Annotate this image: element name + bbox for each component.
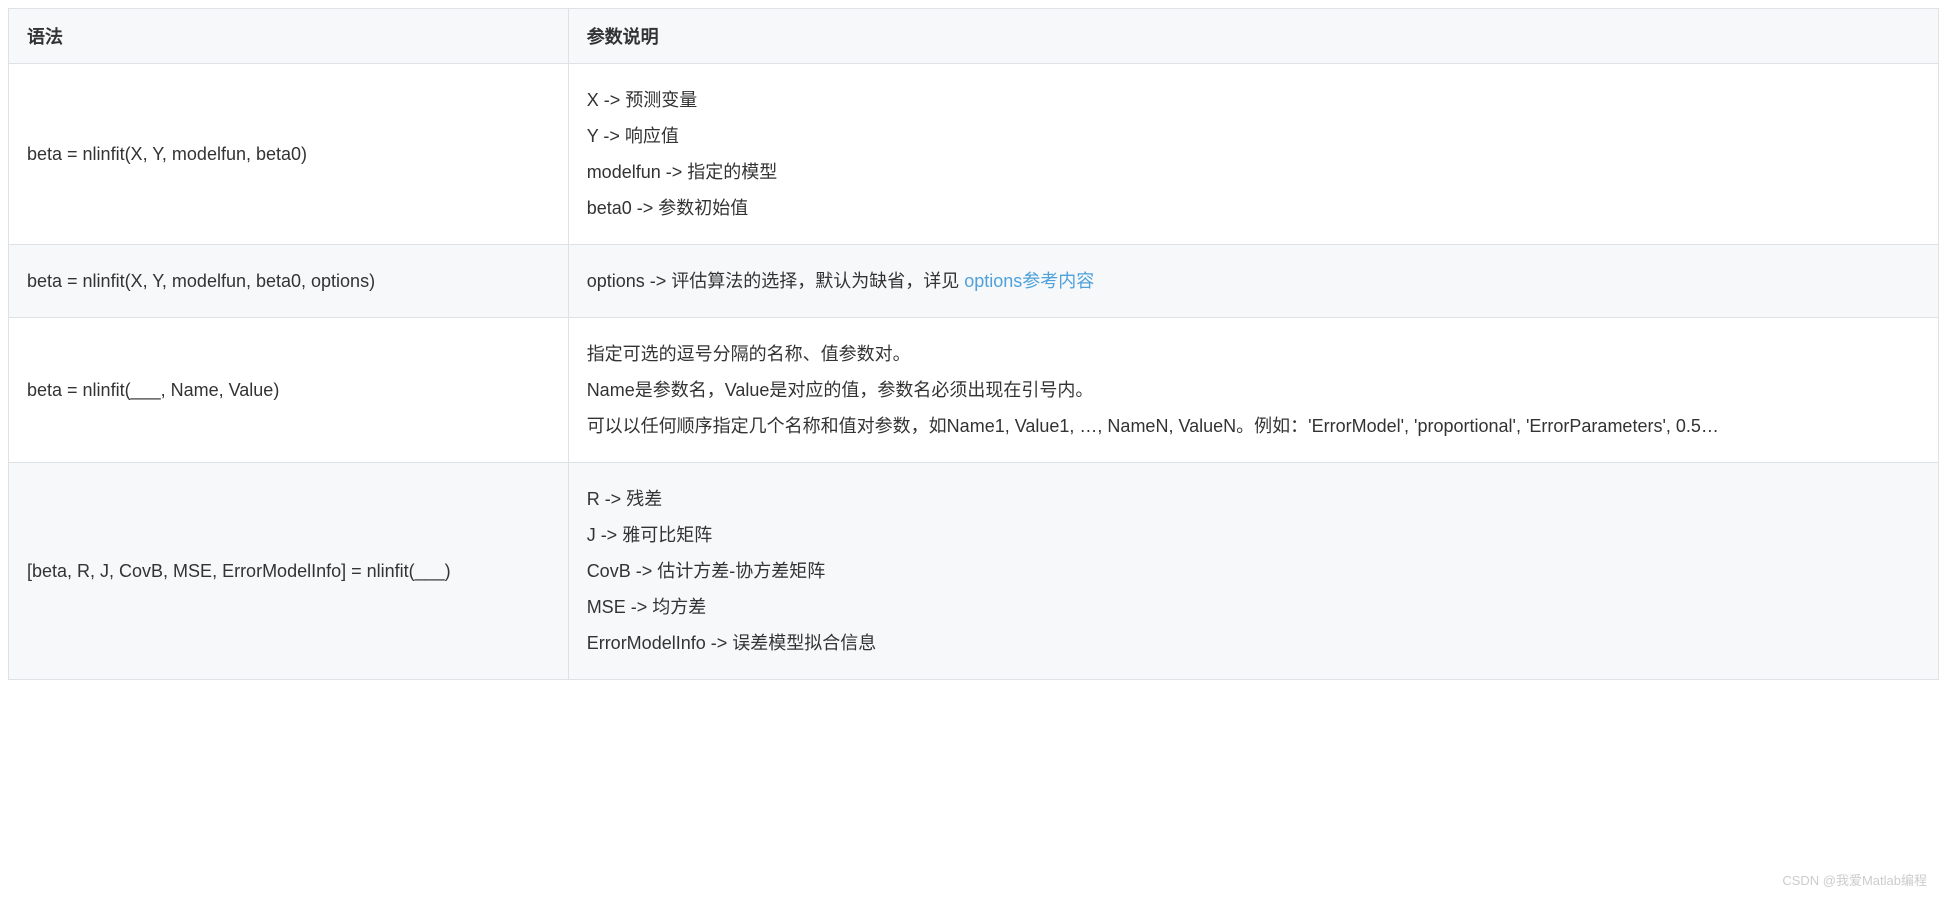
syntax-cell: beta = nlinfit(X, Y, modelfun, beta0, op… (9, 245, 569, 318)
description-cell: R -> 残差 J -> 雅可比矩阵 CovB -> 估计方差-协方差矩阵 MS… (568, 463, 1938, 680)
options-reference-link[interactable]: options参考内容 (964, 271, 1094, 291)
description-cell: options -> 评估算法的选择，默认为缺省，详见 options参考内容 (568, 245, 1938, 318)
table-row: beta = nlinfit(___, Name, Value) 指定可选的逗号… (9, 318, 1939, 463)
desc-line: 指定可选的逗号分隔的名称、值参数对。 (587, 336, 1920, 372)
table-row: beta = nlinfit(X, Y, modelfun, beta0) X … (9, 64, 1939, 245)
watermark-text: CSDN @我爱Matlab编程 (1782, 870, 1927, 889)
description-cell: 指定可选的逗号分隔的名称、值参数对。 Name是参数名，Value是对应的值，参… (568, 318, 1938, 463)
desc-line: 可以以任何顺序指定几个名称和值对参数，如Name1, Value1, …, Na… (587, 408, 1920, 444)
desc-line: beta0 -> 参数初始值 (587, 190, 1920, 226)
table-row: [beta, R, J, CovB, MSE, ErrorModelInfo] … (9, 463, 1939, 680)
table-header-row: 语法 参数说明 (9, 9, 1939, 64)
description-cell: X -> 预测变量 Y -> 响应值 modelfun -> 指定的模型 bet… (568, 64, 1938, 245)
desc-line: J -> 雅可比矩阵 (587, 517, 1920, 553)
desc-line: ErrorModelInfo -> 误差模型拟合信息 (587, 625, 1920, 661)
desc-line: modelfun -> 指定的模型 (587, 154, 1920, 190)
syntax-cell: beta = nlinfit(___, Name, Value) (9, 318, 569, 463)
header-syntax: 语法 (9, 9, 569, 64)
syntax-table: 语法 参数说明 beta = nlinfit(X, Y, modelfun, b… (8, 8, 1939, 680)
desc-line: CovB -> 估计方差-协方差矩阵 (587, 553, 1920, 589)
desc-line: Name是参数名，Value是对应的值，参数名必须出现在引号内。 (587, 372, 1920, 408)
desc-line: X -> 预测变量 (587, 82, 1920, 118)
syntax-cell: beta = nlinfit(X, Y, modelfun, beta0) (9, 64, 569, 245)
syntax-cell: [beta, R, J, CovB, MSE, ErrorModelInfo] … (9, 463, 569, 680)
syntax-table-container: 语法 参数说明 beta = nlinfit(X, Y, modelfun, b… (8, 8, 1939, 680)
desc-line: R -> 残差 (587, 481, 1920, 517)
table-row: beta = nlinfit(X, Y, modelfun, beta0, op… (9, 245, 1939, 318)
header-description: 参数说明 (568, 9, 1938, 64)
desc-line: MSE -> 均方差 (587, 589, 1920, 625)
desc-line: Y -> 响应值 (587, 118, 1920, 154)
desc-text: options -> 评估算法的选择，默认为缺省，详见 (587, 271, 965, 291)
